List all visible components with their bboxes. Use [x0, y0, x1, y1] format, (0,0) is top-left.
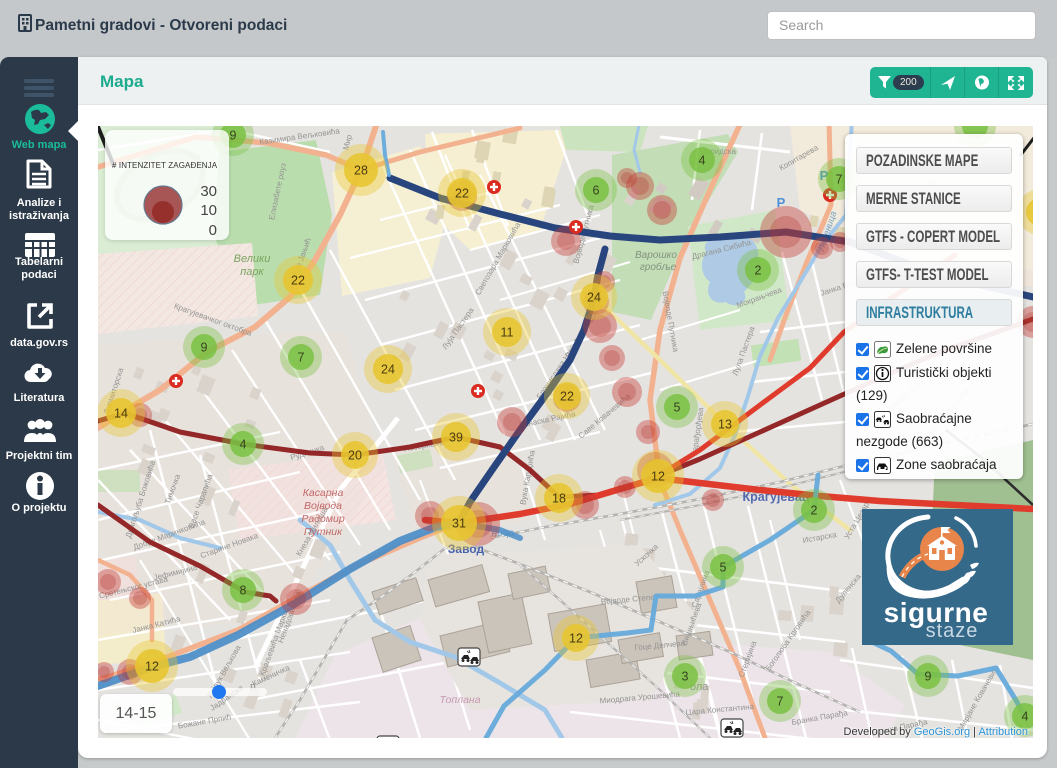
- svg-text:4: 4: [240, 438, 247, 452]
- svg-text:22: 22: [455, 187, 469, 201]
- svg-text:P: P: [777, 195, 786, 210]
- svg-text:staze: staze: [926, 620, 979, 642]
- svg-text:20: 20: [348, 449, 362, 463]
- svg-text:22: 22: [560, 390, 574, 404]
- svg-text:7: 7: [298, 351, 305, 365]
- svg-text:31: 31: [452, 517, 466, 531]
- svg-text:9: 9: [230, 129, 237, 143]
- svg-text:6: 6: [593, 184, 600, 198]
- svg-text:5: 5: [720, 561, 727, 575]
- svg-text:14: 14: [114, 407, 128, 421]
- svg-text:8: 8: [240, 584, 247, 598]
- svg-text:7: 7: [836, 173, 843, 187]
- svg-text:7: 7: [777, 695, 784, 709]
- svg-text:4: 4: [1022, 710, 1029, 724]
- svg-text:39: 39: [449, 431, 463, 445]
- svg-text:13: 13: [718, 418, 732, 432]
- svg-text:24: 24: [381, 363, 395, 377]
- svg-text:2: 2: [811, 504, 818, 518]
- svg-text:9: 9: [925, 670, 932, 684]
- svg-text:4: 4: [699, 154, 706, 168]
- svg-text:11: 11: [501, 326, 514, 340]
- svg-text:12: 12: [651, 470, 665, 484]
- svg-text:24: 24: [587, 291, 601, 305]
- svg-text:3: 3: [682, 670, 689, 684]
- svg-text:18: 18: [552, 492, 566, 506]
- svg-text:22: 22: [291, 274, 305, 288]
- svg-text:5: 5: [674, 401, 681, 415]
- svg-text:12: 12: [569, 632, 583, 646]
- svg-text:2: 2: [755, 264, 762, 278]
- svg-text:9: 9: [201, 341, 208, 355]
- svg-text:28: 28: [354, 164, 368, 178]
- svg-text:12: 12: [145, 660, 159, 674]
